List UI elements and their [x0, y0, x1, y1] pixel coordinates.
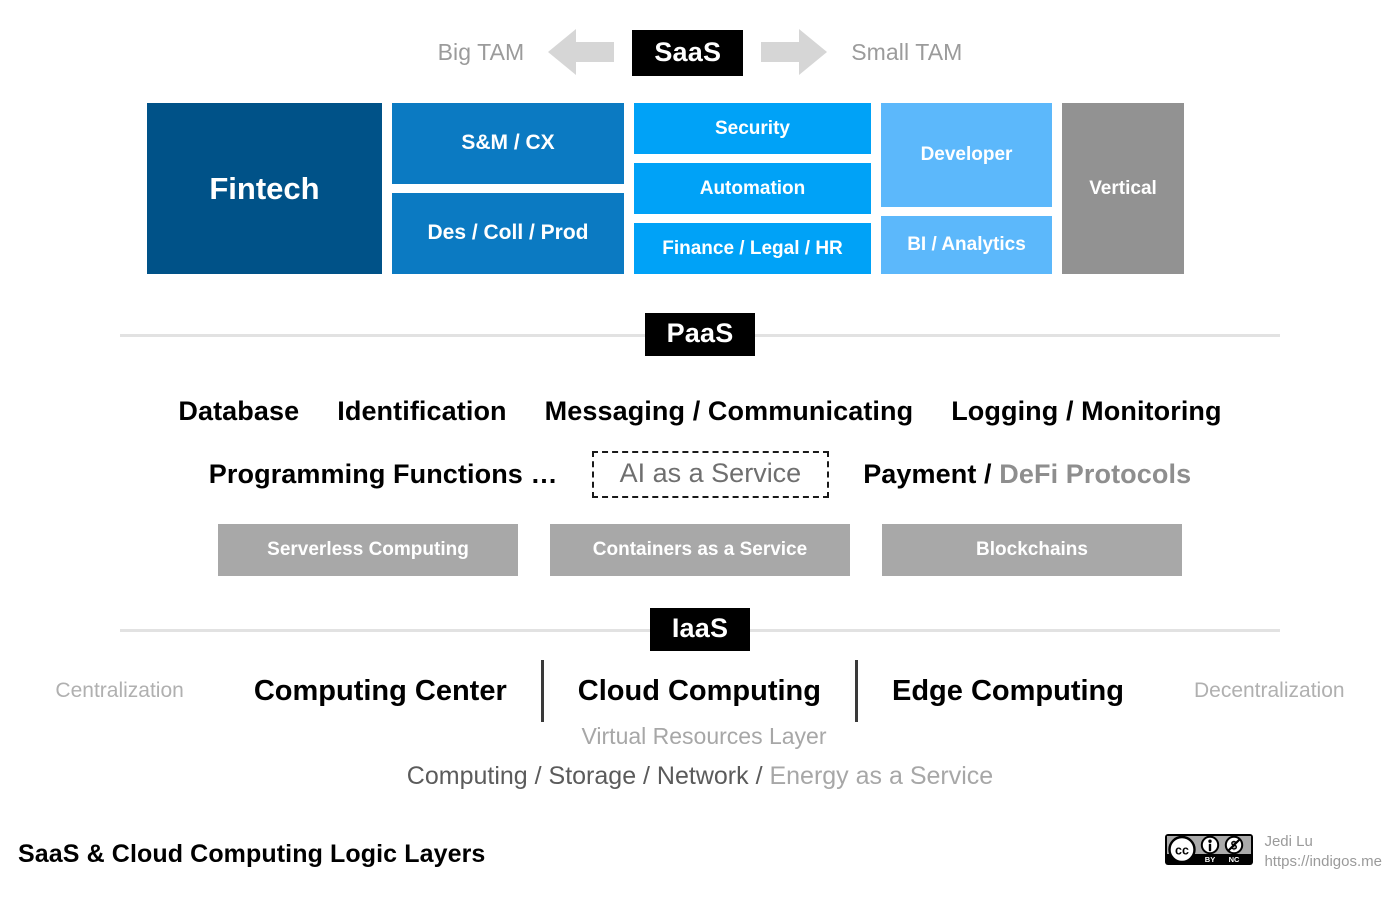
paas-term-ai-as-a-service[interactable]: AI as a Service	[591, 450, 830, 498]
creative-commons-by-nc-icon[interactable]: cc BY $ NC	[1165, 833, 1254, 870]
compute-storage-network-line: Computing / Storage / Network / Energy a…	[0, 762, 1400, 791]
page-title: SaaS & Cloud Computing Logic Layers	[18, 840, 486, 868]
author-url[interactable]: https://indigos.me	[1264, 852, 1382, 872]
saas-cell-developer[interactable]: Developer	[881, 103, 1052, 207]
diagram-canvas: Big TAM SaaS Small TAM Fintech S&M / CX …	[0, 0, 1400, 909]
paas-payment-label: Payment /	[863, 458, 1000, 489]
iaas-spectrum-row: Centralization Computing Center Cloud Co…	[0, 660, 1400, 722]
svg-text:NC: NC	[1229, 855, 1240, 864]
paas-term-programming-functions[interactable]: Programming Functions …	[209, 459, 558, 490]
iaas-layer-chip: IaaS	[649, 607, 751, 651]
svg-text:BY: BY	[1205, 855, 1215, 864]
paas-term-database[interactable]: Database	[178, 396, 299, 427]
saas-cell-automation[interactable]: Automation	[634, 163, 871, 214]
paas-section-divider: PaaS	[0, 310, 1400, 358]
cson-light-text: Energy as a Service	[769, 762, 994, 790]
iaas-term-cloud-computing[interactable]: Cloud Computing	[544, 675, 855, 708]
pill-serverless-computing[interactable]: Serverless Computing	[218, 524, 518, 576]
paas-term-logging[interactable]: Logging / Monitoring	[951, 396, 1221, 427]
pill-containers-as-a-service[interactable]: Containers as a Service	[550, 524, 850, 576]
saas-cell-security[interactable]: Security	[634, 103, 871, 154]
saas-cell-finance-legal-hr[interactable]: Finance / Legal / HR	[634, 223, 871, 274]
saas-chip-wrap: SaaS	[632, 29, 744, 76]
author-name: Jedi Lu	[1264, 833, 1313, 850]
saas-layer-chip: SaaS	[632, 29, 744, 76]
tam-bar: Big TAM SaaS Small TAM	[0, 22, 1400, 82]
saas-cell-vertical[interactable]: Vertical	[1062, 103, 1184, 274]
centralization-label: Centralization	[55, 679, 184, 702]
decentralization-label: Decentralization	[1193, 679, 1345, 702]
paas-term-payment-defi[interactable]: Payment / DeFi Protocols	[863, 459, 1191, 490]
paas-term-messaging[interactable]: Messaging / Communicating	[545, 396, 914, 427]
saas-column-vertical: Vertical	[1062, 103, 1184, 274]
big-tam-label: Big TAM	[437, 38, 525, 65]
iaas-term-edge-computing[interactable]: Edge Computing	[858, 675, 1158, 708]
paas-defi-label: DeFi Protocols	[999, 458, 1192, 489]
saas-block-grid: Fintech S&M / CX Des / Coll / Prod Secur…	[147, 103, 1190, 274]
saas-column-fintech: Fintech	[147, 103, 382, 274]
virtual-resources-layer-label: Virtual Resources Layer	[0, 723, 1400, 750]
arrow-right-icon	[761, 29, 828, 75]
paas-service-row-1: Database Identification Messaging / Comm…	[0, 392, 1400, 430]
saas-cell-fintech[interactable]: Fintech	[147, 103, 382, 274]
paas-infrastructure-pills: Serverless Computing Containers as a Ser…	[0, 524, 1400, 576]
saas-column-sales-marketing: S&M / CX Des / Coll / Prod	[392, 103, 624, 274]
paas-service-row-2: Programming Functions … AI as a Service …	[0, 450, 1400, 498]
cson-dark-text: Computing / Storage / Network /	[406, 762, 770, 790]
saas-cell-des-coll-prod[interactable]: Des / Coll / Prod	[392, 193, 624, 274]
saas-cell-bi-analytics[interactable]: BI / Analytics	[881, 215, 1052, 274]
iaas-section-divider: IaaS	[0, 605, 1400, 653]
paas-layer-chip: PaaS	[644, 312, 756, 356]
pill-blockchains[interactable]: Blockchains	[882, 524, 1182, 576]
iaas-term-computing-center[interactable]: Computing Center	[220, 675, 541, 708]
arrow-left-icon	[548, 29, 615, 75]
paas-term-identification[interactable]: Identification	[337, 396, 506, 427]
saas-column-security: Security Automation Finance / Legal / HR	[634, 103, 871, 274]
saas-cell-sm-cx[interactable]: S&M / CX	[392, 103, 624, 184]
svg-text:cc: cc	[1175, 843, 1189, 857]
saas-column-developer: Developer BI / Analytics	[881, 103, 1052, 274]
credit-text: Jedi Lu https://indigos.me	[1264, 832, 1382, 871]
credit-block: cc BY $ NC Jedi Lu https://indigos.me	[1165, 832, 1382, 871]
virtual-resources-layer-text: Virtual Resources Layer	[581, 723, 827, 749]
small-tam-label: Small TAM	[851, 38, 963, 65]
